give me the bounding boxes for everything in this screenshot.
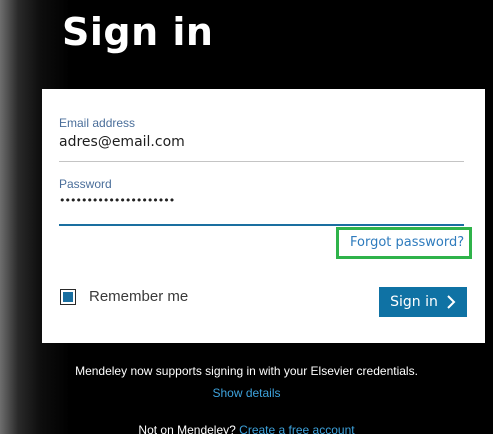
not-on-mendeley-text: Not on Mendeley? xyxy=(138,423,236,434)
show-details: Show details xyxy=(0,386,493,400)
checkbox-checked-mark xyxy=(63,292,73,302)
page-title: Sign in xyxy=(62,10,214,54)
password-label: Password xyxy=(59,177,112,191)
create-account-link[interactable]: Create a free account xyxy=(239,423,354,434)
forgot-password-link[interactable]: Forgot password? xyxy=(350,235,464,250)
email-underline xyxy=(59,161,464,162)
email-label: Email address xyxy=(59,116,136,130)
forgot-password-highlight: Forgot password? xyxy=(336,227,472,259)
email-field[interactable]: adres@email.com xyxy=(59,134,185,150)
sign-in-screen: Sign in Email address adres@email.com Pa… xyxy=(0,0,503,434)
show-details-link[interactable]: Show details xyxy=(212,386,280,400)
password-underline xyxy=(59,224,464,226)
sign-in-button-label: Sign in xyxy=(390,294,438,310)
not-on-mendeley: Not on Mendeley? Create a free account xyxy=(0,423,493,434)
window-edge xyxy=(493,0,503,434)
remember-me-checkbox[interactable] xyxy=(60,289,76,305)
chevron-right-icon xyxy=(447,295,456,309)
elsevier-note: Mendeley now supports signing in with yo… xyxy=(75,364,418,378)
sign-in-button[interactable]: Sign in xyxy=(379,287,467,317)
sign-in-form: Email address adres@email.com Password •… xyxy=(42,89,485,343)
password-field[interactable]: ••••••••••••••••••••• xyxy=(59,194,175,207)
remember-me-label[interactable]: Remember me xyxy=(89,288,188,305)
